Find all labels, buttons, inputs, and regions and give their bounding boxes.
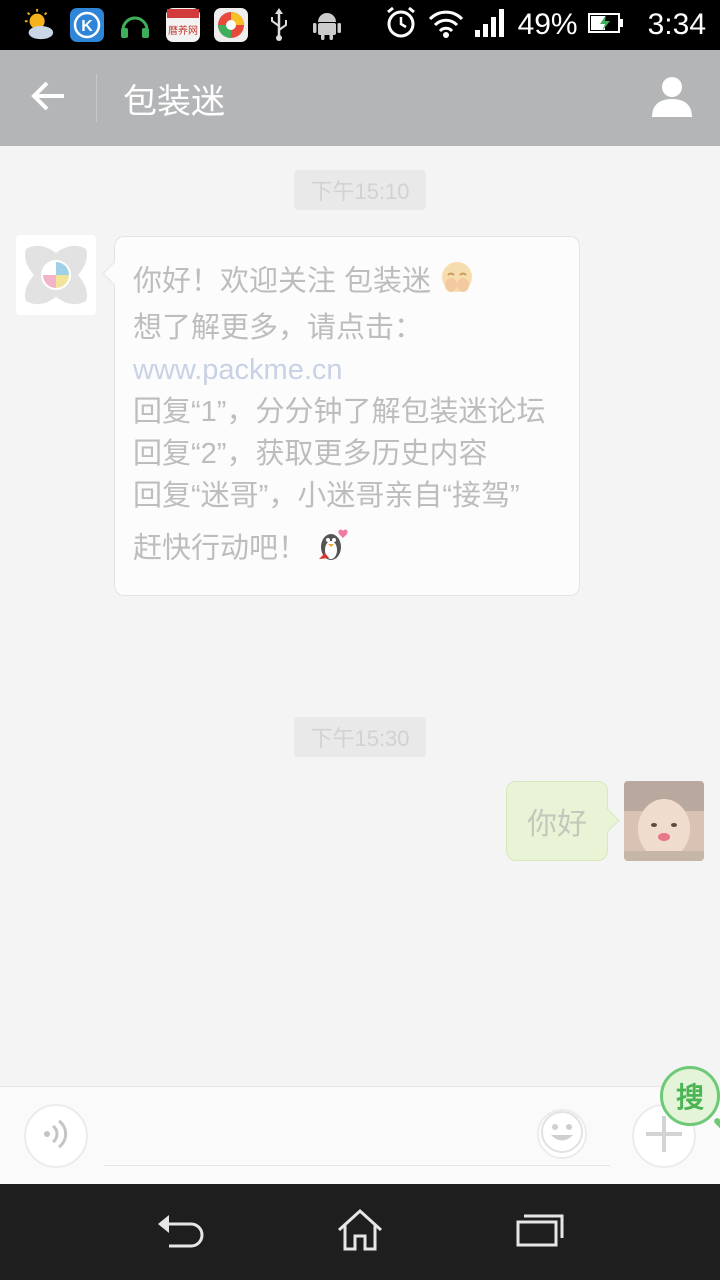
nav-back-button[interactable] — [140, 1192, 220, 1272]
chat-info-button[interactable] — [624, 50, 720, 146]
my-avatar[interactable] — [624, 781, 704, 861]
usb-icon — [262, 8, 296, 42]
message-line: 回复“1”，分分钟了解包装迷论坛 — [133, 396, 546, 428]
emoji-button[interactable] — [537, 1109, 587, 1159]
message-text-input[interactable] — [104, 1165, 610, 1166]
android-debug-icon — [310, 8, 344, 42]
smiley-icon — [540, 1110, 584, 1158]
calendar-app-icon: 暦养网 — [166, 8, 200, 42]
official-account-avatar[interactable] — [16, 235, 96, 315]
message-line: 赶快行动吧！ — [133, 525, 561, 575]
game-center-icon — [214, 8, 248, 42]
wifi-icon — [428, 7, 464, 43]
incoming-message-bubble[interactable]: 你好！欢迎关注 包装迷 想了解更多，请点击： www.packme.cn 回复“1… — [114, 236, 580, 596]
back-arrow-icon — [30, 80, 66, 116]
emoji-icon — [439, 259, 475, 307]
headphones-icon — [118, 8, 152, 42]
status-bar: K 暦养网 49% 3:34 — [0, 0, 720, 50]
message-text: 想了解更多，请点击： — [133, 312, 424, 344]
back-icon — [155, 1210, 205, 1254]
weather-icon — [22, 8, 56, 42]
page-title: 包装迷 — [123, 82, 225, 121]
message-input-bar — [0, 1086, 720, 1184]
message-text: 你好！欢迎关注 包装迷 — [133, 265, 432, 298]
header-divider — [96, 74, 97, 122]
message-timestamp: 下午15:30 — [294, 717, 426, 757]
signal-icon — [474, 8, 508, 42]
notification-icons: K 暦养网 — [22, 8, 384, 42]
svg-text:K: K — [81, 18, 93, 35]
voice-icon — [39, 1117, 73, 1155]
message-line: 回复“2”，获取更多历史内容 — [133, 438, 488, 470]
person-icon — [650, 75, 694, 121]
home-icon — [336, 1208, 384, 1256]
message-timestamp: 下午15:10 — [294, 170, 426, 210]
alarm-icon — [384, 6, 418, 44]
chat-header: 包装迷 — [0, 50, 720, 146]
outgoing-message-bubble[interactable]: 你好 — [506, 781, 608, 861]
message-line: 你好！欢迎关注 包装迷 — [133, 259, 561, 307]
floating-search-button[interactable]: 搜 — [660, 1066, 720, 1126]
chat-area[interactable]: 下午15:10 你好！欢迎关注 包装迷 想了解更多，请点击： www.packme… — [0, 146, 720, 1086]
message-line: 想了解更多，请点击： www.packme.cn — [133, 307, 561, 391]
svg-text:暦养网: 暦养网 — [168, 24, 198, 37]
penguin-emoji-icon — [315, 525, 353, 575]
website-link[interactable]: www.packme.cn — [133, 354, 343, 386]
system-status: 49% 3:34 — [384, 6, 706, 44]
recent-apps-icon — [515, 1212, 565, 1252]
kugou-app-icon: K — [70, 8, 104, 42]
voice-input-button[interactable] — [24, 1104, 88, 1168]
back-button[interactable] — [0, 50, 96, 146]
battery-percent: 49% — [517, 8, 578, 41]
system-navigation-bar — [0, 1184, 720, 1280]
battery-charging-icon — [587, 11, 624, 39]
nav-recents-button[interactable] — [500, 1192, 580, 1272]
nav-home-button[interactable] — [320, 1192, 400, 1272]
message-text: 赶快行动吧！ — [133, 532, 308, 565]
message-line: 回复“迷哥”，小迷哥亲自“接驾” — [133, 480, 520, 512]
clock: 3:34 — [647, 8, 706, 41]
